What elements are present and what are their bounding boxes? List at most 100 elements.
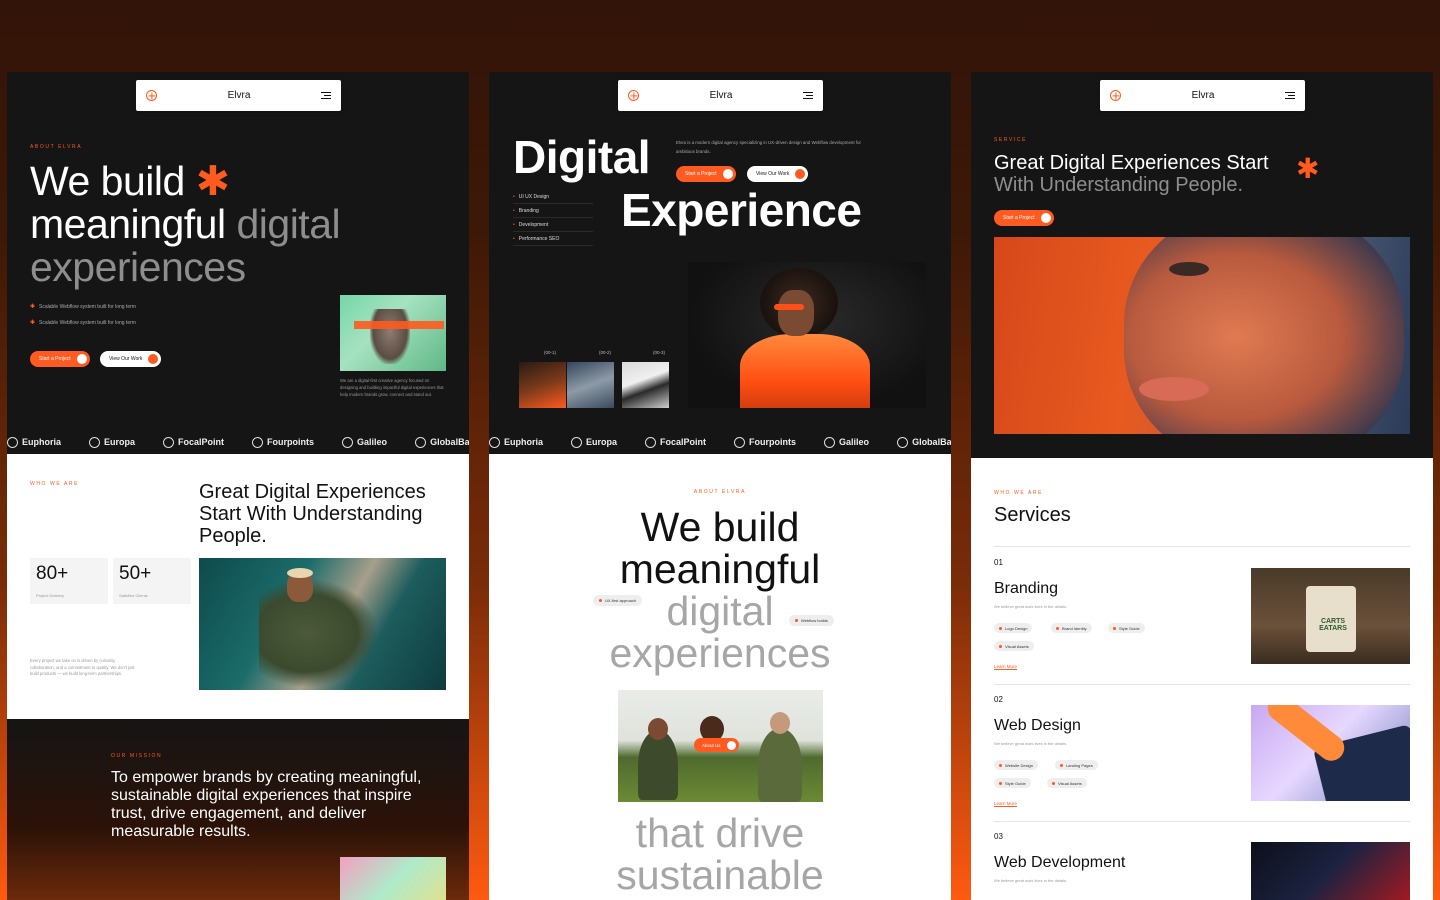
arrow-dot-icon [726,740,736,750]
headline-line-3: experiences [30,244,246,290]
brand-name: Elvra [709,90,733,101]
eyebrow-who: Who we are [30,481,80,487]
brand-name: Elvra [1191,90,1215,101]
logo-icon[interactable] [628,90,639,101]
who-we-are-section: Who we are Great Digital Experiences Sta… [7,454,469,719]
eyebrow-about: About Elvra [30,144,83,150]
marquee-item: Galileo [824,436,869,448]
mission-image [340,857,446,900]
hero-image-portrait [688,262,926,408]
branding-tote-image: CARTS EATARS [1251,568,1410,664]
bullet-item: Scalable Webflow system built for long t… [30,319,136,326]
service-tag: Website Design [994,760,1038,770]
big-line: We build [640,504,800,550]
button-label: View Our Work [109,356,143,362]
service-list: UI UX Design Branding Development Perfor… [513,190,593,246]
marquee-item: Fourpoints [734,436,796,448]
sparkle-icon [489,436,500,448]
about-us-button[interactable]: About Us [694,738,739,752]
logo-icon[interactable] [1110,90,1121,101]
big-line: sustainable [616,852,824,898]
start-project-button[interactable]: Start a Project [676,166,736,182]
service-tag: Landing Pages [1055,760,1098,770]
learn-more-link[interactable]: Learn More [994,664,1017,669]
view-work-button[interactable]: View Our Work [747,166,809,182]
thumb-label: (00-2) [599,350,612,355]
service-tag: Style Guide [1108,623,1145,633]
globe-icon [89,436,101,448]
headline-line-1: Great Digital Experiences Start [994,152,1269,174]
site-preview-services: Elvra Service Great Digital Experiences … [971,72,1433,900]
half-circle-icon [824,436,836,448]
eyebrow-service: Service [994,137,1028,143]
arrow-dot-icon [722,169,733,179]
hero-image-woman [340,295,446,371]
arrow-dot-icon [148,354,159,364]
site-preview-digital-experience: Elvra Digital Elvra is a modern digital … [489,72,951,900]
navbar: Elvra [136,80,341,111]
marquee-item: FocalPoint [163,436,224,448]
start-project-button[interactable]: Start a Project [994,210,1054,226]
chip-ux-first: UX-first approach [593,595,643,606]
eyebrow-about: About Elvra [693,489,747,495]
service-tag: Visual Assets [994,641,1034,651]
divider [994,684,1410,685]
button-label: About Us [702,742,721,748]
service-number: 01 [994,558,1003,567]
tote-bag-text: CARTS EATARS [1319,618,1347,632]
service-link[interactable]: Performance SEO [513,232,593,246]
view-work-button[interactable]: View Our Work [100,351,162,367]
button-label: View Our Work [756,171,790,177]
dots-icon [734,436,746,448]
learn-more-link[interactable]: Learn More [994,801,1017,806]
about-section: About Elvra We build meaningful digital … [489,454,951,900]
thumbnail-image[interactable] [567,362,614,408]
services-section: Who we are Services 01 Branding We belie… [971,458,1433,900]
big-line: digital [666,588,774,634]
who-text: Every project we take on is driven by cu… [30,658,135,676]
headline-line-1: We build [30,158,185,204]
menu-icon[interactable] [802,91,813,100]
sparkle-icon [7,436,18,448]
hero-word-experience: Experience [621,184,862,236]
menu-icon[interactable] [320,91,331,100]
headline-line-2b: digital [236,201,341,247]
hero-headline: We build ✱ meaningful digital experience… [30,158,341,290]
thumbnail-image[interactable] [622,362,669,408]
button-label: Start a Project [39,356,71,362]
service-link[interactable]: Branding [513,204,593,218]
marquee-item: GlobalBank [415,436,469,448]
hero-image-face [994,237,1410,434]
mission-section: Our Mission To empower brands by creatin… [7,719,469,900]
marquee-item: Euphoria [489,436,543,448]
who-image-man [199,558,446,690]
web-development-image [1251,842,1410,900]
brand-name: Elvra [227,90,251,101]
marquee-item: Fourpoints [252,436,314,448]
logo-icon[interactable] [146,90,157,101]
button-label: Start a Project [685,171,717,177]
ring-icon [897,436,909,448]
who-title: Great Digital Experiences Start With Und… [199,481,426,547]
service-link[interactable]: Development [513,218,593,232]
headline-line-2a: meaningful [30,201,226,247]
service-tag: Brand Identity [1051,623,1092,633]
asterisk-icon: ✱ [1296,153,1320,184]
marquee-item: GlobalBank [897,436,951,448]
web-design-tablet-image [1251,705,1410,801]
thumbnail-image[interactable] [519,362,566,408]
stat-label: Project Delivery [36,593,65,598]
site-preview-about: Elvra About Elvra We build ✱ meaningful … [7,72,469,900]
ring-icon [415,436,427,448]
start-project-button[interactable]: Start a Project [30,351,90,367]
service-link[interactable]: UI UX Design [513,190,593,204]
hero-headline: Great Digital Experiences Start With Und… [994,152,1324,196]
eyebrow-mission: Our Mission [111,753,163,759]
asterisk-icon: ✱ [195,158,230,204]
service-number: 02 [994,695,1003,704]
menu-icon[interactable] [1284,91,1295,100]
chip-webflow: Webflow builds [789,615,834,626]
thumb-label: (00-1) [544,350,557,355]
stat-value: 80+ [36,563,69,584]
navbar: Elvra [1100,80,1305,111]
